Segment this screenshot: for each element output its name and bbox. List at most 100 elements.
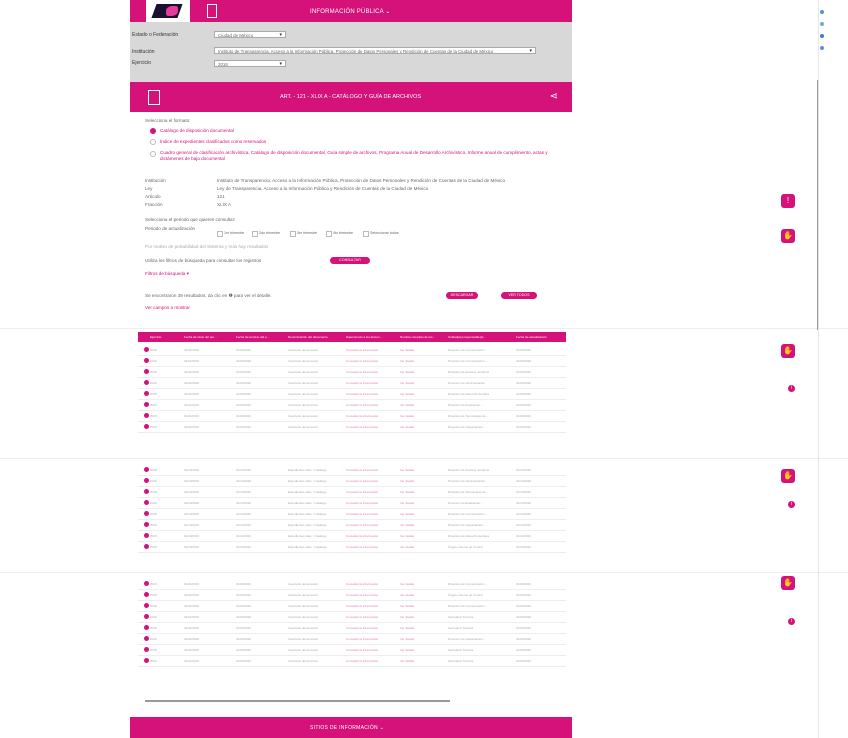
consultar-link[interactable]: Consultar la información [346, 490, 378, 494]
consultar-link[interactable]: Consultar la información [346, 637, 378, 641]
consultar-button[interactable]: CONSULTAR [330, 257, 370, 264]
ver-todos-button[interactable]: VER TODOS [501, 292, 537, 299]
descargar-button[interactable]: DESCARGAR [446, 292, 478, 299]
ver-detalle-link[interactable]: Ver detalle [400, 512, 414, 516]
ejercicio-select[interactable]: 2016 ▾ [214, 60, 286, 67]
hand-icon[interactable]: ✋ [781, 229, 795, 243]
ver-detalle-link[interactable]: Ver detalle [400, 637, 414, 641]
detail-icon[interactable] [144, 402, 149, 407]
periodo-checkbox[interactable] [252, 231, 258, 237]
consultar-link[interactable]: Consultar la información [346, 359, 378, 363]
ver-detalle-link[interactable]: Ver detalle [400, 534, 414, 538]
consultar-link[interactable]: Consultar la información [346, 626, 378, 630]
consultar-link[interactable]: Consultar la información [346, 545, 378, 549]
detail-icon[interactable] [144, 511, 149, 516]
ver-detalle-link[interactable]: Ver detalle [400, 626, 414, 630]
consultar-link[interactable]: Consultar la información [346, 534, 378, 538]
horizontal-scrollbar[interactable] [145, 700, 450, 702]
info-icon[interactable]: i [788, 618, 795, 625]
consultar-link[interactable]: Consultar la información [346, 403, 378, 407]
sitios-info-menu[interactable]: SITIOS DE INFORMACIÓN ⌄ [310, 725, 384, 731]
detail-icon[interactable] [144, 544, 149, 549]
periodo-option[interactable]: 3er trimestre [297, 231, 317, 235]
ver-detalle-link[interactable]: Ver detalle [400, 501, 414, 505]
ver-detalle-link[interactable]: Ver detalle [400, 414, 414, 418]
consultar-link[interactable]: Consultar la información [346, 479, 378, 483]
periodo-checkbox[interactable] [217, 231, 223, 237]
ver-detalle-link[interactable]: Ver detalle [400, 545, 414, 549]
consultar-link[interactable]: Consultar la información [346, 523, 378, 527]
consultar-link[interactable]: Consultar la información [346, 512, 378, 516]
consultar-link[interactable]: Consultar la información [346, 593, 378, 597]
periodo-checkbox[interactable] [326, 231, 332, 237]
vertical-scrollbar[interactable] [817, 80, 818, 330]
detail-icon[interactable] [144, 625, 149, 630]
detail-icon[interactable] [144, 424, 149, 429]
hand-icon[interactable]: ✋ [781, 344, 795, 358]
detail-icon[interactable] [144, 489, 149, 494]
consultar-link[interactable]: Consultar la información [346, 381, 378, 385]
col-header[interactable]: Ejercicio [150, 335, 161, 339]
alert-icon[interactable]: ! [781, 194, 795, 208]
formato-option-1[interactable]: Catálogo de disposición documental [160, 128, 234, 133]
periodo-option[interactable]: 1er trimestre [224, 231, 244, 235]
ver-detalle-link[interactable]: Ver detalle [400, 593, 414, 597]
consultar-link[interactable]: Consultar la información [346, 348, 378, 352]
ver-detalle-link[interactable]: Ver detalle [400, 359, 414, 363]
formato-option-3[interactable]: Cuadro general de clasificación archivís… [160, 150, 555, 162]
detail-icon[interactable] [144, 522, 149, 527]
consultar-link[interactable]: Consultar la información [346, 582, 378, 586]
hand-icon[interactable]: ✋ [781, 469, 795, 483]
periodo-option[interactable]: Seleccionar todos [370, 231, 399, 235]
formato-radio-3[interactable] [150, 151, 156, 157]
ext-icon[interactable] [820, 22, 824, 26]
detail-icon[interactable] [144, 658, 149, 663]
col-header[interactable]: Fecha de término del p… [236, 335, 270, 339]
ver-detalle-link[interactable]: Ver detalle [400, 403, 414, 407]
ver-detalle-link[interactable]: Ver detalle [400, 490, 414, 494]
consultar-link[interactable]: Consultar la información [346, 604, 378, 608]
ext-icon[interactable] [820, 10, 824, 14]
detail-icon[interactable] [144, 636, 149, 641]
formato-option-2[interactable]: Índice de expedientes clasificados como … [160, 139, 266, 144]
consultar-link[interactable]: Consultar la información [346, 425, 378, 429]
consultar-link[interactable]: Consultar la información [346, 392, 378, 396]
ver-detalle-link[interactable]: Ver detalle [400, 425, 414, 429]
detail-icon[interactable] [144, 614, 149, 619]
detail-icon[interactable] [144, 369, 149, 374]
filtros-link[interactable]: Filtros de búsqueda ▾ [145, 271, 189, 277]
info-icon[interactable]: i [788, 385, 795, 392]
ver-detalle-link[interactable]: Ver detalle [400, 348, 414, 352]
formato-radio-2[interactable] [150, 139, 156, 145]
detail-icon[interactable] [144, 358, 149, 363]
consultar-link[interactable]: Consultar la información [346, 468, 378, 472]
ver-detalle-link[interactable]: Ver detalle [400, 479, 414, 483]
consultar-link[interactable]: Consultar la información [346, 648, 378, 652]
institucion-select[interactable]: Instituto de Transparencia, Acceso a la … [214, 47, 536, 54]
ver-campos-link[interactable]: Ver campos a mostrar [145, 305, 190, 310]
ver-detalle-link[interactable]: Ver detalle [400, 604, 414, 608]
consultar-link[interactable]: Consultar la información [346, 370, 378, 374]
estado-select[interactable]: Ciudad de México ▾ [214, 31, 286, 38]
ver-detalle-link[interactable]: Ver detalle [400, 392, 414, 396]
ver-detalle-link[interactable]: Ver detalle [400, 381, 414, 385]
detail-icon[interactable] [144, 533, 149, 538]
ver-detalle-link[interactable]: Ver detalle [400, 615, 414, 619]
col-header[interactable]: Fecha de inicio del per… [184, 335, 217, 339]
detail-icon[interactable] [144, 467, 149, 472]
detail-icon[interactable] [144, 581, 149, 586]
periodo-checkbox[interactable] [290, 231, 296, 237]
col-header[interactable]: Unidad(es) responsable(s)… [448, 335, 486, 339]
logo[interactable] [146, 0, 190, 22]
col-header[interactable]: Fecha de actualización [516, 335, 547, 339]
ver-detalle-link[interactable]: Ver detalle [400, 648, 414, 652]
detail-icon[interactable] [144, 347, 149, 352]
periodo-checkbox[interactable] [363, 231, 369, 237]
consultar-link[interactable]: Consultar la información [346, 414, 378, 418]
ext-icon[interactable] [820, 34, 824, 38]
consultar-link[interactable]: Consultar la información [346, 659, 378, 663]
ver-detalle-link[interactable]: Ver detalle [400, 370, 414, 374]
hand-icon[interactable]: ✋ [781, 576, 795, 590]
info-icon[interactable]: i [788, 501, 795, 508]
periodo-option[interactable]: 4to trimestre [333, 231, 353, 235]
